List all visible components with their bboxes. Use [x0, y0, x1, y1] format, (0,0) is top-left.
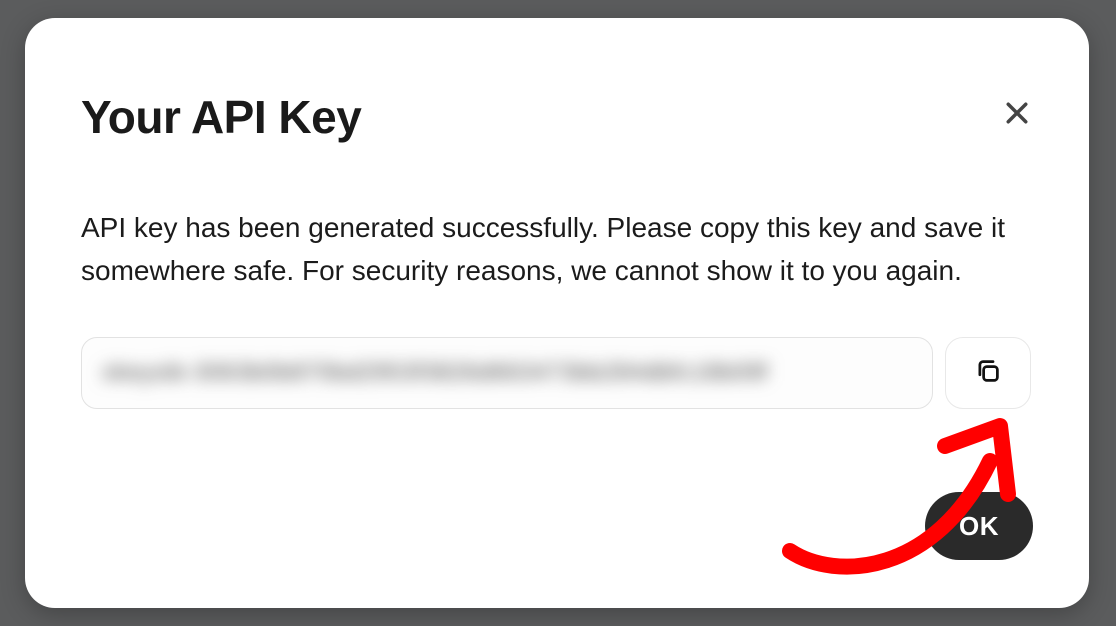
close-icon [1002, 98, 1032, 131]
api-key-row: xkeysib-3063b0b870bd2953f3826d663473bb28… [81, 337, 1033, 409]
api-key-field[interactable]: xkeysib-3063b0b870bd2953f3826d663473bb28… [81, 337, 933, 409]
modal-description: API key has been generated successfully.… [81, 206, 1033, 293]
modal-body: Your API Key API key has been generated … [25, 18, 1089, 608]
copy-button[interactable] [945, 337, 1031, 409]
ok-button[interactable]: OK [925, 492, 1033, 560]
api-key-modal: Your API Key API key has been generated … [25, 18, 1089, 608]
modal-title: Your API Key [81, 90, 1033, 144]
api-key-value: xkeysib-3063b0b870bd2953f3826d663473bb28… [102, 359, 768, 387]
close-button[interactable] [997, 94, 1037, 134]
copy-icon [973, 356, 1003, 389]
